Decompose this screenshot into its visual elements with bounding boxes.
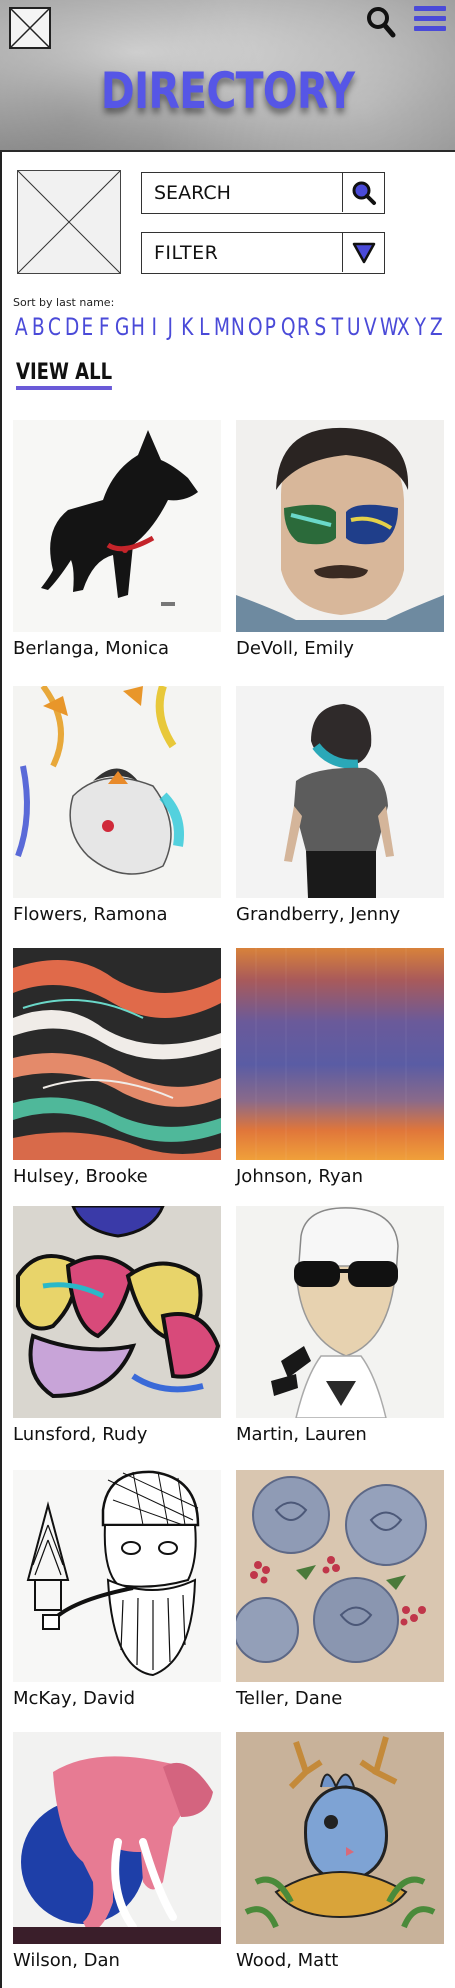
letter-link-y[interactable]: Y <box>413 313 426 341</box>
artist-name[interactable]: Wilson, Dan <box>13 1950 120 1971</box>
artist-name[interactable]: McKay, David <box>13 1688 135 1709</box>
letter-link-a[interactable]: A <box>15 313 28 341</box>
dog-drawing-icon <box>13 420 221 632</box>
image-placeholder-icon <box>17 170 121 274</box>
page-header: DIRECTORY <box>0 0 455 152</box>
view-all-link[interactable]: VIEW ALL <box>16 360 113 390</box>
letter-link-z[interactable]: Z <box>430 313 443 341</box>
letter-link-m[interactable]: M <box>214 313 230 341</box>
marbled-abstract-icon <box>13 948 221 1160</box>
letter-link-t[interactable]: T <box>330 313 343 341</box>
letter-link-n[interactable]: N <box>231 313 245 341</box>
artist-name[interactable]: Berlanga, Monica <box>13 638 169 659</box>
letter-link-x[interactable]: X <box>397 313 410 341</box>
artwork-thumbnail[interactable] <box>13 1206 221 1418</box>
letter-link-d[interactable]: D <box>65 313 79 341</box>
artist-name[interactable]: Flowers, Ramona <box>13 904 168 925</box>
letter-link-s[interactable]: S <box>314 313 327 341</box>
artwork-thumbnail[interactable] <box>13 1470 221 1682</box>
filter-label: FILTER <box>154 242 219 264</box>
rose-stipple-icon <box>236 1470 444 1682</box>
teal-hair-figure-icon <box>236 686 444 898</box>
color-gradient-field-icon <box>236 948 444 1160</box>
graffiti-lettering-icon <box>13 1206 221 1418</box>
artist-name[interactable]: Grandberry, Jenny <box>236 904 400 925</box>
portrait-with-sunglasses-icon <box>236 420 444 632</box>
letter-link-q[interactable]: Q <box>281 313 296 341</box>
artist-name[interactable]: Teller, Dane <box>236 1688 342 1709</box>
artwork-thumbnail[interactable] <box>13 420 221 632</box>
artwork-thumbnail[interactable] <box>236 1206 444 1418</box>
sort-label: Sort by last name: <box>13 296 115 309</box>
artwork-thumbnail[interactable] <box>236 420 444 632</box>
page-divider <box>0 152 2 1988</box>
letter-link-b[interactable]: B <box>31 313 44 341</box>
artwork-thumbnail[interactable] <box>236 948 444 1160</box>
artist-name[interactable]: Lunsford, Rudy <box>13 1424 147 1445</box>
rabbit-tattoo-icon <box>236 1732 444 1944</box>
letter-link-h[interactable]: H <box>131 313 145 341</box>
letter-link-k[interactable]: K <box>181 313 194 341</box>
artwork-thumbnail[interactable] <box>13 686 221 898</box>
hamburger-menu-icon[interactable] <box>414 6 446 36</box>
letter-link-w[interactable]: W <box>380 313 399 341</box>
search-field <box>141 172 385 214</box>
search-icon[interactable] <box>366 6 396 38</box>
artwork-thumbnail[interactable] <box>236 686 444 898</box>
triangle-down-icon <box>352 242 375 263</box>
search-button[interactable] <box>342 173 384 212</box>
letter-link-f[interactable]: F <box>98 313 111 341</box>
letter-link-i[interactable]: I <box>148 313 161 341</box>
artwork-thumbnail[interactable] <box>13 948 221 1160</box>
filter-dropdown[interactable]: FILTER <box>141 232 385 274</box>
pink-elephant-icon <box>13 1732 221 1944</box>
letter-link-o[interactable]: O <box>247 313 262 341</box>
filter-toggle-button[interactable] <box>342 233 384 272</box>
sunglasses-man-drawing-icon <box>236 1206 444 1418</box>
letter-link-l[interactable]: L <box>198 313 211 341</box>
alphabet-nav: A B C D E F G H I J K L M N O P Q R S T … <box>13 313 445 341</box>
artist-name[interactable]: Hulsey, Brooke <box>13 1166 148 1187</box>
letter-link-v[interactable]: V <box>364 313 377 341</box>
letter-link-e[interactable]: E <box>81 313 94 341</box>
search-input[interactable] <box>142 173 342 212</box>
letter-link-j[interactable]: J <box>164 313 177 341</box>
artist-name[interactable]: DeVoll, Emily <box>236 638 354 659</box>
letter-link-u[interactable]: U <box>347 313 361 341</box>
artist-name[interactable]: Wood, Matt <box>236 1950 338 1971</box>
logo-placeholder-icon[interactable] <box>9 7 51 49</box>
artwork-thumbnail[interactable] <box>236 1732 444 1944</box>
page-title: DIRECTORY <box>100 62 355 120</box>
letter-link-c[interactable]: C <box>48 313 61 341</box>
artist-name[interactable]: Martin, Lauren <box>236 1424 367 1445</box>
letter-link-r[interactable]: R <box>297 313 310 341</box>
letter-link-p[interactable]: P <box>264 313 277 341</box>
butterfly-watercolor-icon <box>13 686 221 898</box>
artwork-thumbnail[interactable] <box>236 1470 444 1682</box>
artwork-thumbnail[interactable] <box>13 1732 221 1944</box>
artist-name[interactable]: Johnson, Ryan <box>236 1166 363 1187</box>
bearded-man-sketch-icon <box>13 1470 221 1682</box>
letter-link-g[interactable]: G <box>114 313 129 341</box>
search-icon <box>352 181 376 205</box>
